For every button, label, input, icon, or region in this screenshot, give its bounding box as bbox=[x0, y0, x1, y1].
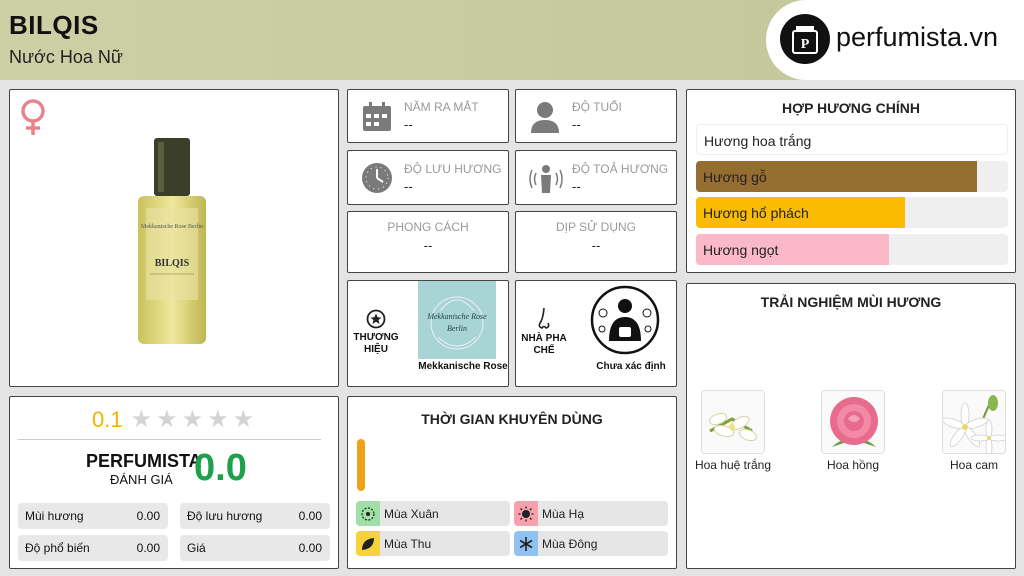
brand-caption: THƯƠNG HIỆU bbox=[353, 332, 399, 355]
perfumista-sublabel: ĐÁNH GIÁ bbox=[110, 472, 173, 487]
rose-icon bbox=[822, 391, 884, 453]
sun-icon bbox=[514, 501, 538, 526]
occasion-label: DỊP SỬ DỤNG bbox=[555, 220, 637, 234]
accord-bar: Hương hổ phách bbox=[696, 197, 1008, 228]
accord-bar: Hương gỗ bbox=[696, 161, 1008, 192]
metric-scent: Mùi hương 0.00 bbox=[18, 503, 168, 529]
usage-title: THỜI GIAN KHUYÊN DÙNG bbox=[421, 411, 603, 427]
accord-bar: Hương hoa trắng bbox=[696, 124, 1008, 155]
female-symbol-icon bbox=[21, 99, 45, 135]
clock-icon bbox=[362, 163, 392, 193]
star-icon[interactable]: ★ bbox=[131, 408, 153, 432]
sillage-card: ĐỘ TOẢ HƯƠNG -- bbox=[515, 150, 677, 205]
style-label: PHONG CÁCH bbox=[387, 220, 469, 234]
nose-icon bbox=[538, 307, 550, 329]
brand-logo: Mekkanische Rose Berlin bbox=[418, 281, 496, 359]
note-label: Hoa hồng bbox=[826, 458, 880, 472]
style-value: -- bbox=[423, 238, 433, 253]
season-winter: Mùa Đông bbox=[514, 531, 668, 556]
spring-icon bbox=[356, 501, 380, 526]
style-card: PHONG CÁCH -- bbox=[347, 211, 509, 273]
main-accords-card: HỢP HƯƠNG CHÍNH Hương hoa trắng Hương gỗ H… bbox=[686, 89, 1016, 273]
note-tuberose[interactable] bbox=[701, 390, 765, 454]
season-spring: Mùa Xuân bbox=[356, 501, 510, 526]
occasion-card: DỊP SỬ DỤNG -- bbox=[515, 211, 677, 273]
longevity-label: ĐỘ LƯU HƯƠNG bbox=[404, 162, 502, 176]
perfumer-caption: NHÀ PHA CHẾ bbox=[521, 333, 567, 356]
svg-text:BILQIS: BILQIS bbox=[155, 258, 190, 269]
season-autumn: Mùa Thu bbox=[356, 531, 510, 556]
accord-label: Hương hoa trắng bbox=[704, 133, 812, 149]
perfumista-score: 0.0 bbox=[194, 447, 247, 489]
sillage-value: -- bbox=[572, 179, 581, 194]
note-rose[interactable] bbox=[821, 390, 885, 454]
product-image-card: Mekkanische Rose Berlin BILQIS bbox=[9, 89, 339, 387]
star-icon[interactable]: ★ bbox=[156, 408, 178, 432]
sillage-label: ĐỘ TOẢ HƯƠNG bbox=[572, 162, 669, 176]
calendar-icon bbox=[363, 102, 391, 131]
header-banner: BILQIS Nước Hoa Nữ P perfumista.vn bbox=[0, 0, 1024, 80]
logo-text: perfumista.vn bbox=[836, 22, 999, 52]
sillage-icon bbox=[529, 165, 563, 193]
metric-longevity: Độ lưu hương 0.00 bbox=[180, 503, 330, 529]
star-icon[interactable]: ★ bbox=[207, 408, 229, 432]
rating-card: 0.1 ★ ★ ★ ★ ★ PERFUMISTA ĐÁNH GIÁ 0.0 Mù… bbox=[9, 396, 339, 569]
svg-text:Berlin: Berlin bbox=[447, 324, 467, 333]
perfumista-label: PERFUMISTA bbox=[86, 451, 202, 471]
snowflake-icon bbox=[514, 531, 538, 556]
perfume-subtitle: Nước Hoa Nữ bbox=[9, 47, 123, 67]
divider bbox=[18, 439, 321, 440]
brand-name: Mekkanische Rose bbox=[418, 361, 508, 372]
accord-label: Hương hổ phách bbox=[703, 205, 809, 221]
age-label: ĐỘ TUỔI bbox=[572, 100, 622, 114]
longevity-value: -- bbox=[404, 179, 413, 194]
scent-notes-card: TRẢI NGHIỆM MÙI HƯƠNG Hoa huệ trắng Hoa … bbox=[686, 283, 1016, 569]
note-orange-blossom[interactable] bbox=[942, 390, 1006, 454]
accord-bar: Hương ngọt bbox=[696, 234, 1008, 265]
perfumer-name: Chưa xác định bbox=[596, 361, 666, 372]
user-rating: 0.1 ★ ★ ★ ★ ★ bbox=[92, 407, 254, 433]
perfume-title: BILQIS bbox=[9, 10, 99, 40]
brand-card[interactable]: THƯƠNG HIỆU Mekkanische Rose Berlin Mekk… bbox=[347, 280, 509, 387]
perfumer-card[interactable]: NHÀ PHA CHẾ Chưa xác định bbox=[515, 280, 677, 387]
recommended-time-card: THỜI GIAN KHUYÊN DÙNG Mùa Xuân Mùa Hạ Mù… bbox=[347, 396, 677, 569]
svg-text:Mekkanische Rose: Mekkanische Rose bbox=[426, 312, 487, 321]
tuberose-icon bbox=[702, 391, 764, 453]
svg-text:Mekkanische Rose Berlin: Mekkanische Rose Berlin bbox=[141, 224, 203, 230]
release-year-value: -- bbox=[404, 117, 413, 132]
notes-title: TRẢI NGHIỆM MÙI HƯƠNG bbox=[760, 294, 942, 310]
note-label: Hoa cam bbox=[949, 458, 999, 472]
longevity-card: ĐỘ LƯU HƯƠNG -- bbox=[347, 150, 509, 205]
person-icon bbox=[531, 102, 559, 133]
rating-score: 0.1 bbox=[92, 407, 123, 432]
star-icon[interactable]: ★ bbox=[182, 408, 204, 432]
accord-label: Hương gỗ bbox=[703, 169, 767, 185]
metric-popularity: Độ phổ biến 0.00 bbox=[18, 535, 168, 561]
note-label: Hoa huệ trắng bbox=[694, 458, 772, 472]
age-value: -- bbox=[572, 117, 581, 132]
metric-price: Giá 0.00 bbox=[180, 535, 330, 561]
age-card: ĐỘ TUỔI -- bbox=[515, 89, 677, 143]
star-badge-icon bbox=[366, 309, 386, 329]
perfume-bottle-image: Mekkanische Rose Berlin BILQIS bbox=[138, 138, 206, 344]
accords-title: HỢP HƯƠNG CHÍNH bbox=[782, 100, 920, 116]
perfumer-avatar bbox=[586, 281, 664, 359]
season-summer: Mùa Hạ bbox=[514, 501, 668, 526]
site-logo[interactable]: P perfumista.vn bbox=[766, 0, 1024, 80]
leaf-icon bbox=[356, 531, 380, 556]
svg-text:P: P bbox=[801, 37, 810, 52]
release-year-label: NĂM RA MẮT bbox=[404, 100, 479, 114]
star-icon[interactable]: ★ bbox=[233, 408, 255, 432]
orange-blossom-icon bbox=[943, 391, 1005, 453]
perfume-bottle-logo-icon: P bbox=[780, 14, 830, 64]
usage-bar bbox=[357, 439, 365, 491]
accord-label: Hương ngọt bbox=[703, 242, 779, 258]
occasion-value: -- bbox=[591, 238, 601, 253]
release-year-card: NĂM RA MẮT -- bbox=[347, 89, 509, 143]
